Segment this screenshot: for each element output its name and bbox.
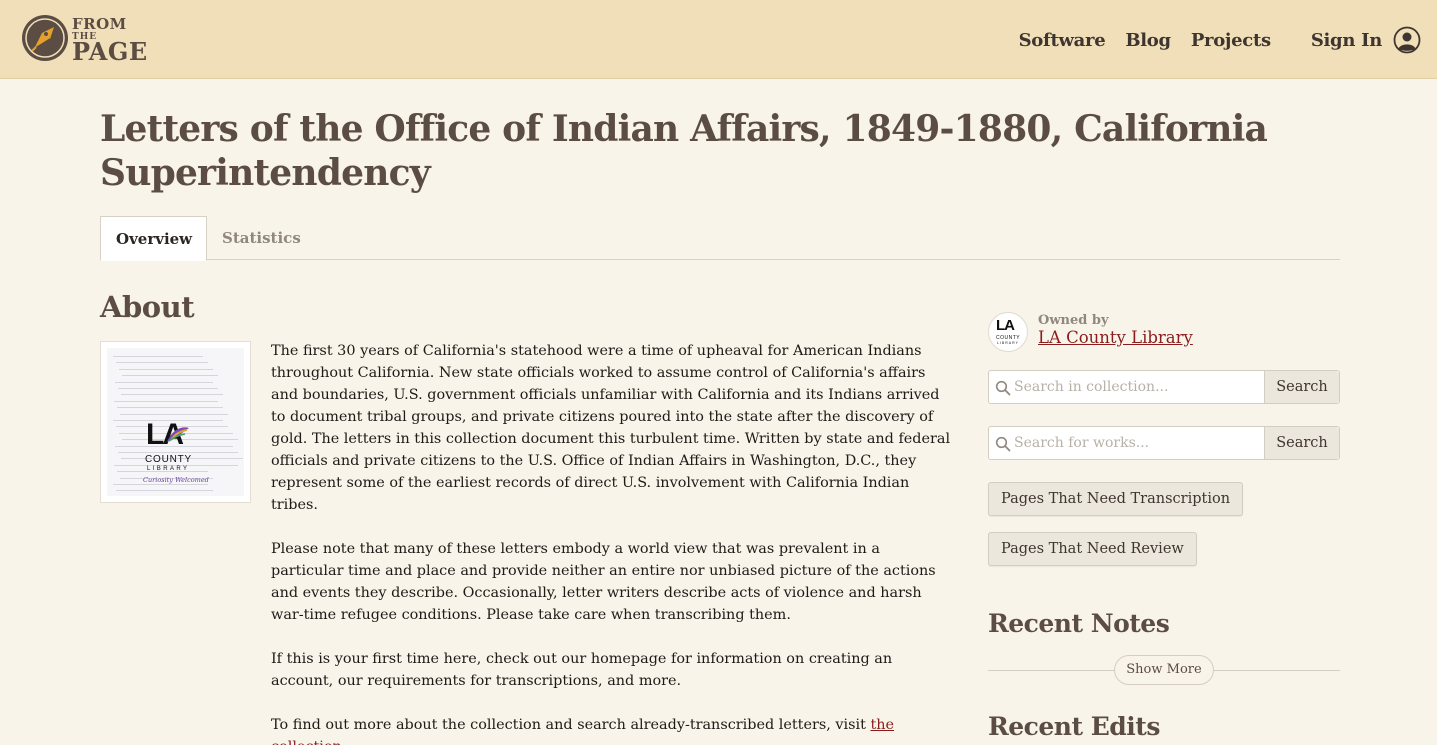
show-more-button[interactable]: Show More — [1114, 655, 1214, 685]
pages-need-review-button[interactable]: Pages That Need Review — [988, 532, 1197, 566]
about-description: The first 30 years of California's state… — [271, 340, 951, 745]
owner-logo-library: LIBRARY — [997, 341, 1019, 345]
logo-page: PAGE — [72, 37, 148, 66]
thumbnail-image: LA COUNTY LIBRARY Curiosity Welcomed — [107, 348, 244, 496]
nav-software-link[interactable]: Software — [1019, 30, 1106, 51]
search-icon — [995, 436, 1011, 452]
thumb-logo-tagline: Curiosity Welcomed — [143, 476, 209, 484]
owned-by-label: Owned by — [1038, 313, 1109, 328]
nav-blog-link[interactable]: Blog — [1125, 30, 1171, 51]
recent-notes-heading: Recent Notes — [988, 609, 1170, 638]
feather-icon — [167, 427, 189, 442]
nav-projects-link[interactable]: Projects — [1191, 30, 1271, 51]
search-icon — [995, 380, 1011, 396]
la-county-library-logo: LA COUNTY LIBRARY Curiosity Welcomed — [143, 418, 211, 496]
about-paragraph-2: Please note that many of these letters e… — [271, 541, 936, 623]
tab-overview[interactable]: Overview — [100, 216, 207, 261]
about-paragraph-4-end: . — [342, 739, 347, 745]
owner-name-link[interactable]: LA County Library — [1038, 328, 1193, 347]
owner-logo-la: LA — [996, 317, 1015, 334]
handwriting-line — [114, 400, 218, 402]
search-collection-button[interactable]: Search — [1264, 371, 1339, 403]
about-paragraph-3: If this is your first time here, check o… — [271, 651, 893, 689]
quill-nib-icon — [22, 15, 68, 61]
search-collection-form: Search — [988, 370, 1340, 404]
search-works-form: Search — [988, 426, 1340, 460]
tab-statistics[interactable]: Statistics — [207, 216, 316, 260]
handwriting-line — [119, 368, 213, 370]
search-works-button[interactable]: Search — [1264, 427, 1339, 459]
user-avatar-icon — [1393, 26, 1421, 54]
handwriting-line — [115, 381, 213, 383]
about-paragraph-4-text: To find out more about the collection an… — [271, 717, 871, 733]
logo-from: FROM — [72, 15, 127, 33]
handwriting-line — [116, 362, 208, 364]
from-the-page-logo[interactable]: FROM THE PAGE — [20, 13, 160, 65]
sign-in-label: Sign In — [1310, 29, 1382, 51]
collection-thumbnail: LA COUNTY LIBRARY Curiosity Welcomed — [100, 341, 251, 503]
main-nav: Software Blog Projects Sign In — [999, 25, 1421, 55]
thumb-logo-county: COUNTY — [145, 454, 193, 465]
collection-tabs: Overview Statistics — [100, 216, 1340, 261]
about-heading: About — [100, 290, 195, 324]
handwriting-line — [122, 375, 218, 377]
collection-title: Letters of the Office of Indian Affairs,… — [100, 108, 1268, 194]
site-header: FROM THE PAGE Software Blog Projects Sig… — [0, 0, 1437, 79]
search-works-input[interactable] — [989, 427, 1264, 459]
owner-avatar[interactable]: LA COUNTY LIBRARY — [988, 312, 1028, 352]
about-paragraph-4: To find out more about the collection an… — [271, 714, 951, 745]
handwriting-line — [113, 356, 203, 357]
logo-wordmark: FROM THE PAGE — [72, 17, 148, 64]
handwriting-line — [120, 413, 228, 415]
sign-in-link[interactable]: Sign In — [1311, 26, 1421, 54]
search-collection-input[interactable] — [989, 371, 1264, 403]
recent-edits-heading: Recent Edits — [988, 712, 1160, 741]
handwriting-line — [121, 394, 223, 396]
handwriting-line — [117, 407, 223, 409]
pages-need-transcription-button[interactable]: Pages That Need Transcription — [988, 482, 1244, 516]
about-paragraph-1: The first 30 years of California's state… — [271, 343, 951, 513]
thumb-logo-library: LIBRARY — [147, 466, 190, 472]
handwriting-line — [118, 388, 218, 389]
